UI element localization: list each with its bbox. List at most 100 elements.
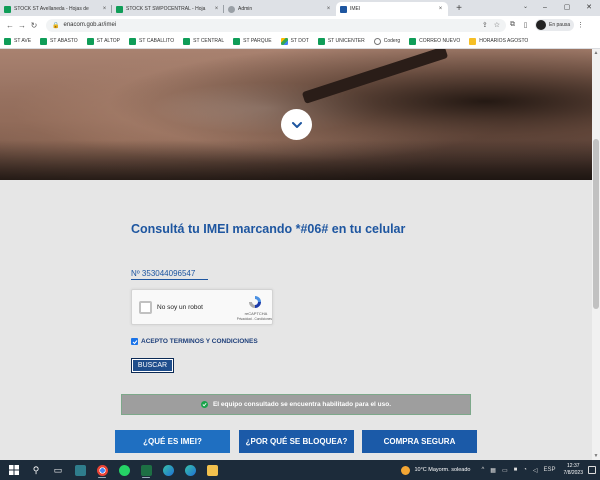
clock[interactable]: 12:37 7/8/2023 [564, 463, 583, 477]
scroll-up-arrow-icon[interactable]: ▲ [592, 50, 600, 56]
weather-widget[interactable]: 10°C Mayorm. soleado [401, 465, 470, 475]
lock-icon[interactable]: 🔒 [52, 22, 59, 29]
bookmark-st-parque[interactable]: ST PARQUE [233, 37, 272, 45]
enacom-icon [340, 5, 347, 13]
bookmark-st-altop[interactable]: ST ALTOP [86, 37, 120, 45]
accept-terms-label[interactable]: ACEPTO TERMINOS Y CONDICIONES [141, 338, 258, 345]
sheets-icon [317, 37, 325, 45]
reload-icon[interactable]: ↻ [28, 21, 40, 30]
menu-icon[interactable]: ⋮ [574, 21, 587, 29]
app-photos-icon[interactable] [69, 461, 91, 479]
bookmark-correo-nuevo[interactable]: CORREO NUEVO [409, 37, 460, 45]
close-icon[interactable]: × [213, 6, 220, 12]
address-bar[interactable]: 🔒 enacom.gob.ar/imei ⇪ ☆ [46, 18, 506, 32]
accept-terms[interactable]: ACEPTO TERMINOS Y CONDICIONES [131, 338, 258, 345]
browser-tab-admin[interactable]: Admin × [224, 2, 336, 16]
app-folder-icon[interactable] [201, 461, 223, 479]
imei-input[interactable] [131, 267, 208, 279]
bookmark-horarios-agosto[interactable]: HORARIOS AGOSTO [469, 37, 528, 45]
scroll-down-arrow-icon[interactable]: ▼ [592, 453, 600, 459]
globe-icon [228, 5, 235, 13]
bookmark-label: ST CENTRAL [193, 38, 225, 44]
new-tab-button[interactable]: + [452, 2, 466, 16]
bookmark-st-unicenter[interactable]: ST UNICENTER [317, 37, 365, 45]
task-view-icon[interactable]: ▭ [47, 461, 69, 479]
sheets-icon [233, 37, 241, 45]
minimize-icon[interactable]: – [534, 0, 556, 16]
sidebar-icon[interactable]: ▯ [519, 21, 532, 29]
sheets-icon [86, 37, 94, 45]
url-text[interactable]: enacom.gob.ar/imei [63, 22, 475, 28]
bookmark-st-caballito[interactable]: ST CABALLITO [129, 37, 174, 45]
safe-purchase-button[interactable]: COMPRA SEGURA [362, 430, 477, 453]
why-blocked-button[interactable]: ¿POR QUÉ SE BLOQUEA? [239, 430, 354, 453]
tab-title: STOCK ST Avellaneda - Hojas de [14, 6, 89, 12]
sheets-icon [4, 37, 11, 45]
chevron-up-icon[interactable]: ^ [481, 467, 484, 473]
scrollbar-thumb[interactable] [593, 139, 599, 309]
bookmark-label: ST DOT [290, 38, 309, 44]
sheets-icon [116, 5, 123, 13]
windows-taskbar: ⚲ ▭ 10°C Mayorm. soleado ^ ▦ ▭ ■ ◔ ◁ ESP… [0, 460, 600, 480]
bookmark-st-ave[interactable]: ST AVE [4, 37, 31, 45]
start-button[interactable] [3, 461, 25, 479]
bookmark-st-central[interactable]: ST CENTRAL [183, 37, 225, 45]
page-scrollbar[interactable]: ▲ ▼ [592, 49, 600, 460]
search-icon[interactable]: ⚲ [25, 461, 47, 479]
imei-field-wrapper [131, 267, 208, 280]
network-icon[interactable]: ▦ [490, 467, 496, 474]
back-icon[interactable]: ← [4, 21, 16, 30]
search-button[interactable]: BUSCAR [131, 358, 174, 373]
app-excel-icon[interactable] [135, 461, 157, 479]
hero-image [0, 49, 592, 180]
profile-label: En pausa [549, 22, 571, 28]
share-icon[interactable]: ⇪ [482, 21, 488, 29]
window-controls: – ▢ ✕ [534, 0, 600, 16]
bookmark-label: ST ABASTO [50, 38, 78, 44]
app-chrome-icon[interactable] [91, 461, 113, 479]
chevron-down-icon [291, 121, 302, 128]
battery-icon[interactable]: ▭ [502, 467, 508, 474]
bookmarks-bar: ST AVE ST ABASTO ST ALTOP ST CABALLITO S… [0, 34, 600, 49]
recaptcha-label: No soy un robot [157, 304, 203, 311]
recaptcha-checkbox[interactable] [139, 301, 152, 314]
wifi-icon[interactable]: ◔ [523, 467, 527, 473]
app-edge-2-icon[interactable] [179, 461, 201, 479]
browser-tab-stock-central[interactable]: STOCK ST SWPOCENTRAL - Hoja × [112, 2, 224, 16]
check-icon [132, 339, 137, 344]
browser-tab-stock-avellaneda[interactable]: STOCK ST Avellaneda - Hojas de × [0, 2, 112, 16]
close-icon[interactable]: × [325, 6, 332, 12]
windows-logo-icon [9, 465, 19, 475]
close-icon[interactable]: × [437, 6, 444, 12]
bookmark-coderg[interactable]: Coderg [373, 37, 401, 45]
tab-title: STOCK ST SWPOCENTRAL - Hoja [126, 6, 206, 12]
star-icon[interactable]: ☆ [494, 21, 500, 29]
bookmark-st-abasto[interactable]: ST ABASTO [40, 37, 78, 45]
tab-search-icon[interactable]: ⌄ [523, 3, 528, 10]
tab-title: Admin [238, 6, 253, 12]
bookmark-st-dot[interactable]: ST DOT [280, 37, 309, 45]
browser-tab-imei[interactable]: IMEI × [336, 2, 448, 16]
forward-icon[interactable]: → [16, 21, 28, 30]
sun-icon [401, 465, 411, 475]
language-indicator[interactable]: ESP [544, 467, 556, 473]
notifications-icon[interactable] [588, 466, 596, 474]
profile-button[interactable]: En pausa [535, 19, 575, 31]
maximize-icon[interactable]: ▢ [556, 0, 578, 16]
recaptcha-terms-link[interactable]: Privacidad - Condiciones [226, 317, 272, 321]
bookmark-label: Coderg [383, 38, 401, 44]
recaptcha-logo-icon [249, 296, 261, 308]
sheets-icon [183, 37, 191, 45]
result-banner: El equipo consultado se encuentra habili… [121, 394, 471, 415]
sheets-icon [129, 37, 137, 45]
app-whatsapp-icon[interactable] [113, 461, 135, 479]
app-edge-icon[interactable] [157, 461, 179, 479]
accept-terms-checkbox[interactable] [131, 338, 138, 345]
volume-icon[interactable]: ◁ [533, 467, 538, 474]
app-tray-icon[interactable]: ■ [514, 467, 518, 473]
what-is-imei-button[interactable]: ¿QUÉ ES IMEI? [115, 430, 230, 453]
close-icon[interactable]: × [101, 6, 108, 12]
extensions-icon[interactable]: ⧉ [506, 21, 519, 29]
scroll-down-button[interactable] [281, 109, 312, 140]
close-window-icon[interactable]: ✕ [578, 0, 600, 16]
